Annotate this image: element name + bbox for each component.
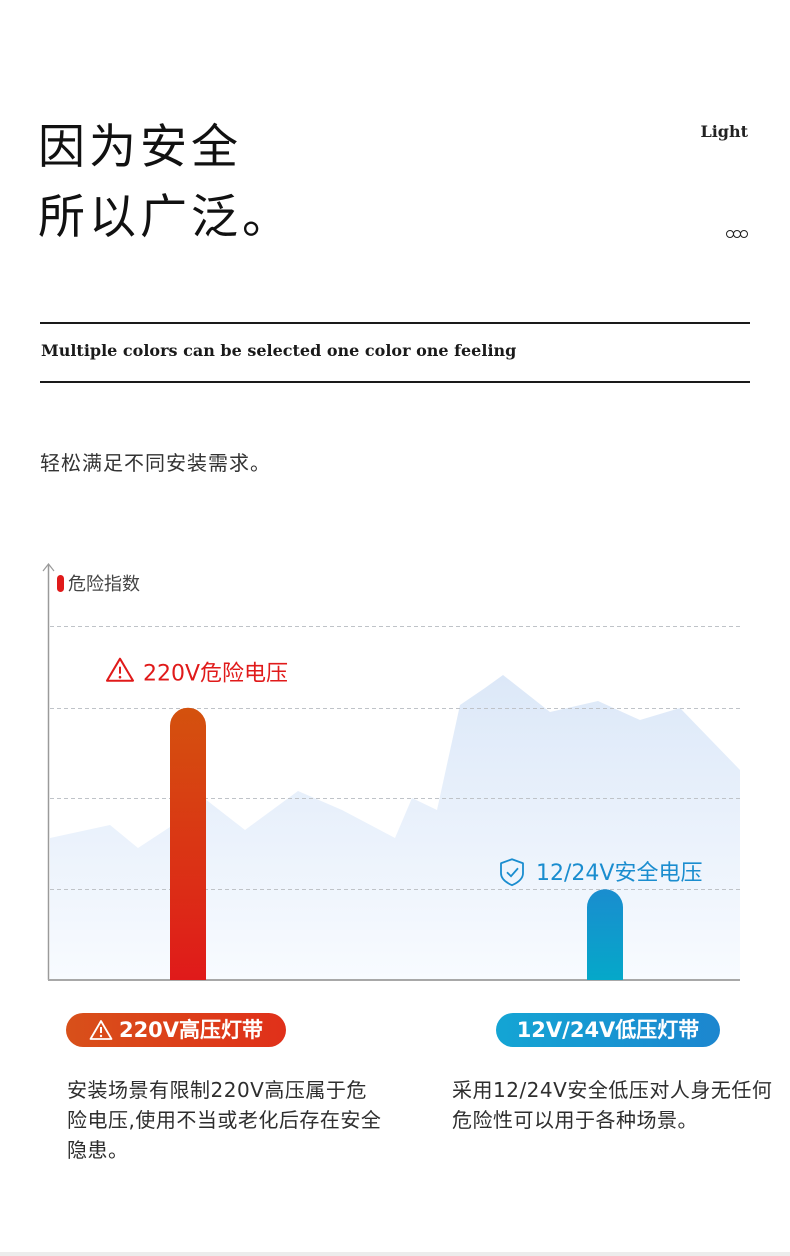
- chart-canvas: 危险指数 220V危险电压 12/24V安全电压: [42, 563, 740, 981]
- high-voltage-description: 安装场景有限制220V高压属于危险电压,使用不当或老化后存在安全隐患。: [67, 1078, 382, 1162]
- brand-word: Light: [700, 122, 748, 141]
- bar-label-text: 220V危险电压: [143, 662, 288, 687]
- mountain-background: [50, 675, 740, 980]
- headline-line-1: 因为安全: [38, 120, 242, 175]
- subtitle: 轻松满足不同安装需求。: [40, 451, 271, 475]
- footer-divider: [0, 1252, 790, 1256]
- high-voltage-badge: 220V高压灯带: [66, 1013, 286, 1047]
- low-voltage-badge: 12V/24V低压灯带: [496, 1013, 720, 1047]
- bar-label-text: 12/24V安全电压: [536, 861, 702, 886]
- three-circles-icon: [726, 230, 748, 238]
- legend-label: 危险指数: [68, 574, 140, 595]
- bottom-divider: [40, 381, 750, 383]
- warning-triangle-icon: [89, 1020, 113, 1040]
- low-voltage-description: 采用12/24V安全低压对人身无任何危险性可以用于各种场景。: [452, 1078, 773, 1132]
- label-220v-danger: 220V危险电压: [106, 657, 288, 687]
- tagline: Multiple colors can be selected one colo…: [41, 341, 517, 360]
- bar-12-24v: [587, 889, 623, 980]
- top-divider: [40, 322, 750, 324]
- high-voltage-badge-label: 220V高压灯带: [118, 1018, 264, 1042]
- danger-index-chart: 危险指数 220V危险电压 12/24V安全电压: [0, 555, 790, 995]
- legend-swatch: [57, 575, 64, 592]
- headline-line-2: 所以广泛。: [38, 190, 293, 245]
- warning-triangle-icon: [106, 657, 134, 682]
- bar-220v: [170, 707, 206, 980]
- low-voltage-badge-label: 12V/24V低压灯带: [516, 1018, 700, 1042]
